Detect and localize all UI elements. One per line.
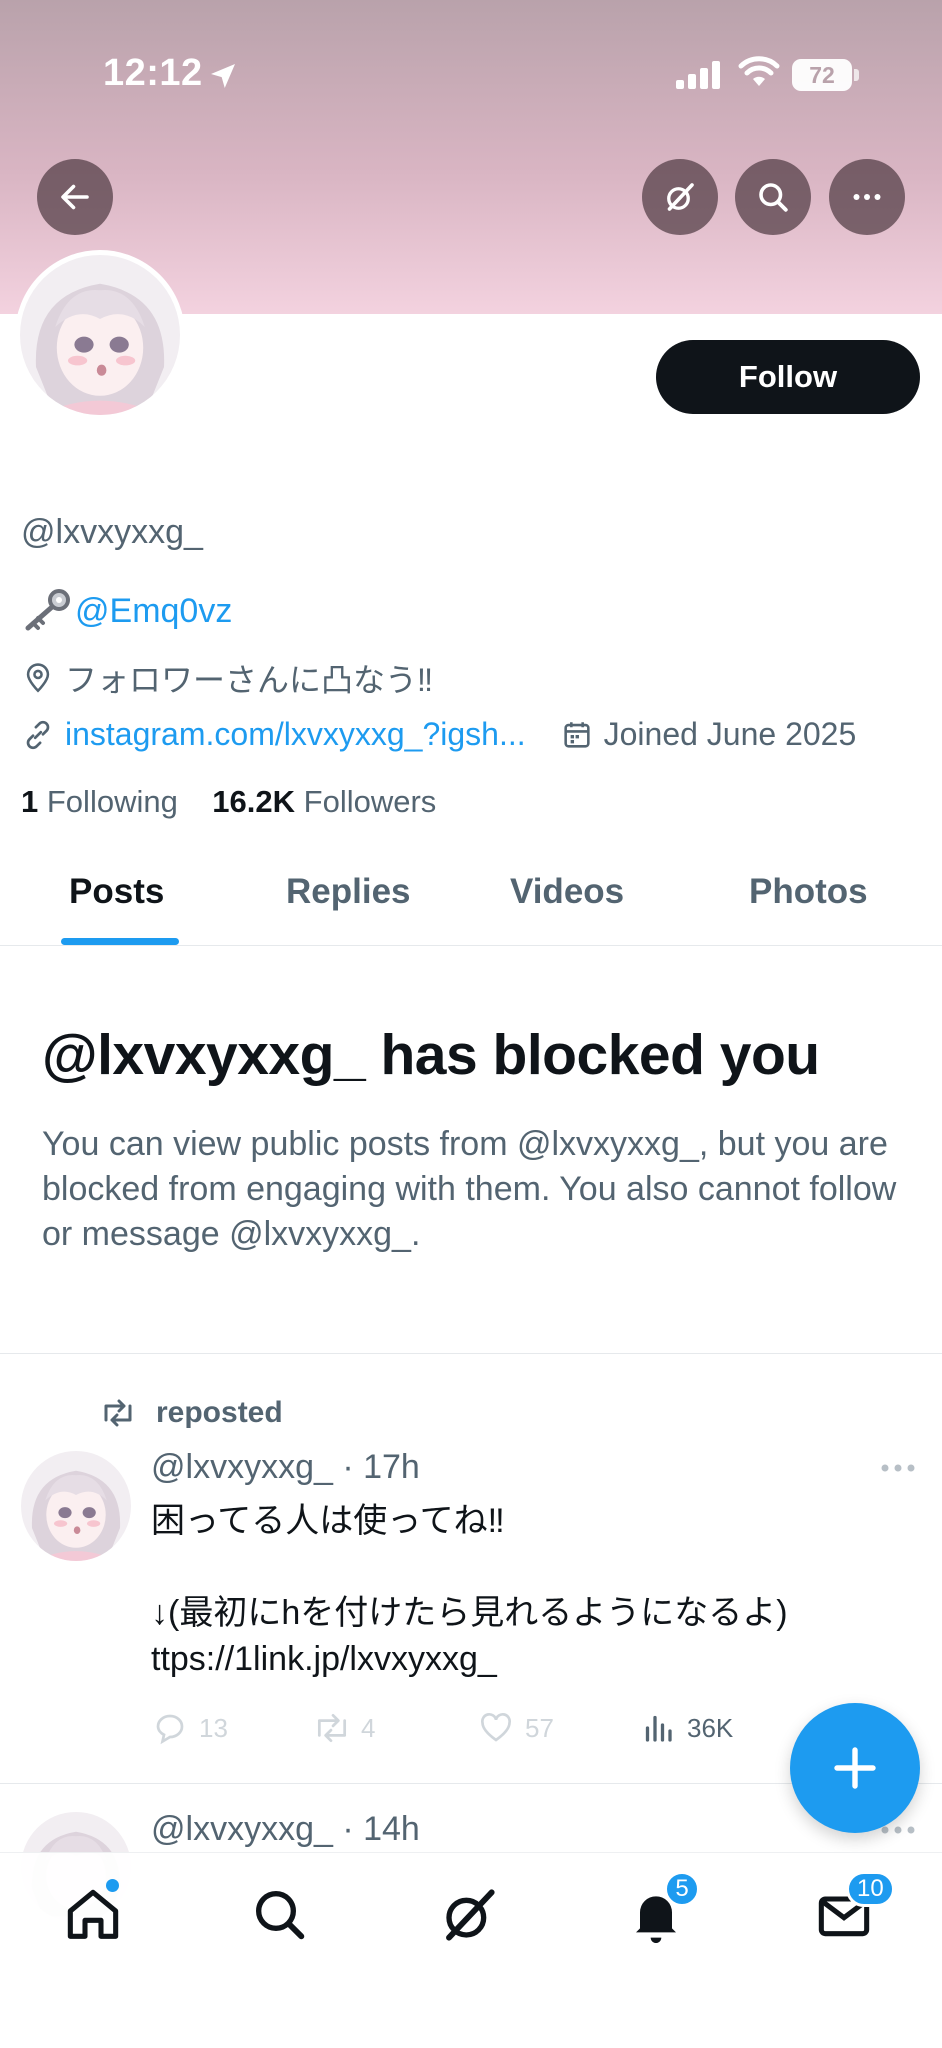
post-avatar[interactable]: [21, 1451, 131, 1561]
repost-label: reposted: [156, 1396, 283, 1429]
grok-button[interactable]: [642, 159, 718, 235]
search-icon: [256, 1891, 305, 1940]
like-icon: [481, 1713, 511, 1742]
battery-level: 72: [809, 62, 835, 88]
search-button[interactable]: [735, 159, 811, 235]
followers-count: 16.2K: [212, 784, 296, 819]
location-text: フォロワーさんに凸なう‼︎: [65, 662, 434, 698]
status-bar: 12:12 72: [0, 0, 942, 150]
search-icon: [759, 183, 788, 212]
nav-home[interactable]: [61, 1883, 125, 1947]
notifications-badge: 5: [664, 1871, 700, 1907]
compose-post-button[interactable]: [790, 1703, 920, 1833]
following-label: Following: [46, 784, 178, 819]
bio: @Emq0vz: [21, 588, 232, 634]
battery-indicator: 72: [792, 59, 860, 91]
section-divider: [0, 1353, 942, 1354]
following-link[interactable]: 1 Following: [21, 784, 178, 819]
nav-search[interactable]: [248, 1883, 312, 1947]
blocked-message: You can view public posts from @lxvxyxxg…: [42, 1125, 897, 1253]
repost-icon: [104, 1399, 132, 1427]
profile-handle: @lxvxyxxg_: [21, 513, 203, 551]
blocked-title: @lxvxyxxg_ has blocked you: [42, 1023, 820, 1087]
cellular-signal-icon: [676, 61, 720, 89]
following-count: 1: [21, 784, 39, 819]
website-link[interactable]: instagram.com/lxvxyxxg_?igsh...: [65, 716, 526, 753]
post-header[interactable]: @lxvxyxxg_ · 14h: [151, 1810, 420, 1849]
back-arrow-icon: [61, 184, 89, 210]
post-text: 困ってる人は使ってね‼︎ ↓(最初にhを付けたら見れるようになるよ) ttps:…: [151, 1502, 788, 1678]
post-time: 14h: [363, 1810, 420, 1848]
location-arrow-icon: [211, 64, 235, 88]
grok-icon: [446, 1889, 495, 1941]
like-count: 57: [525, 1712, 554, 1743]
tab-replies[interactable]: Replies: [286, 872, 411, 912]
post-header[interactable]: @lxvxyxxg_ · 17h: [151, 1448, 420, 1487]
post-author: @lxvxyxxg_: [151, 1810, 333, 1848]
reply-icon: [156, 1714, 184, 1745]
tab-photos[interactable]: Photos: [749, 872, 868, 912]
back-button[interactable]: [37, 159, 113, 235]
messages-badge: 10: [846, 1871, 895, 1907]
nav-grok[interactable]: [437, 1883, 501, 1947]
post-more-icon[interactable]: [880, 1462, 916, 1474]
views-icon: [645, 1715, 672, 1742]
more-options-button[interactable]: [829, 159, 905, 235]
post-author: @lxvxyxxg_: [151, 1448, 333, 1486]
more-icon: [853, 194, 881, 200]
reply-count: 13: [199, 1712, 228, 1743]
follow-counts: 1 Following 16.2K Followers: [21, 784, 436, 820]
tab-posts[interactable]: Posts: [69, 872, 164, 912]
tab-videos[interactable]: Videos: [510, 872, 624, 912]
avatar-image: [20, 255, 180, 415]
repost-icon: [317, 1713, 347, 1743]
bottom-navigation: 5 10: [0, 1852, 942, 2048]
repost-button[interactable]: 4: [313, 1710, 375, 1746]
calendar-icon: [564, 721, 590, 748]
link-icon: [26, 720, 50, 749]
post-actions: 13 4 57 36K: [151, 1710, 771, 1750]
profile-meta: instagram.com/lxvxyxxg_?igsh... Joined J…: [21, 716, 856, 753]
profile-avatar[interactable]: [15, 250, 185, 420]
grok-icon: [667, 183, 694, 211]
like-button[interactable]: 57: [477, 1710, 554, 1746]
wifi-icon: [738, 56, 780, 86]
post-time: 17h: [363, 1448, 420, 1486]
plus-icon: [834, 1747, 876, 1789]
active-tab-indicator: [61, 938, 179, 945]
repost-indicator: reposted: [100, 1396, 283, 1430]
repost-count: 4: [361, 1712, 376, 1743]
status-time: 12:12: [103, 52, 203, 94]
home-notification-dot: [106, 1879, 119, 1892]
followers-link[interactable]: 16.2K Followers: [212, 784, 436, 819]
profile-location: フォロワーさんに凸なう‼︎: [21, 655, 433, 701]
post-more-icon[interactable]: [880, 1824, 916, 1836]
followers-label: Followers: [303, 784, 437, 819]
views-count: 36K: [687, 1712, 734, 1743]
avatar-image: [21, 1451, 131, 1561]
follow-button[interactable]: Follow: [656, 340, 920, 414]
joined-date: Joined June 2025: [603, 716, 857, 752]
profile-tabs: Posts Replies Videos Photos: [0, 860, 942, 946]
views-button[interactable]: 36K: [639, 1710, 733, 1746]
reply-button[interactable]: 13: [151, 1710, 228, 1746]
bio-mention-link[interactable]: @Emq0vz: [75, 592, 232, 631]
location-pin-icon: [26, 663, 50, 693]
home-icon: [67, 1889, 119, 1939]
key-emoji-icon: [25, 589, 70, 631]
